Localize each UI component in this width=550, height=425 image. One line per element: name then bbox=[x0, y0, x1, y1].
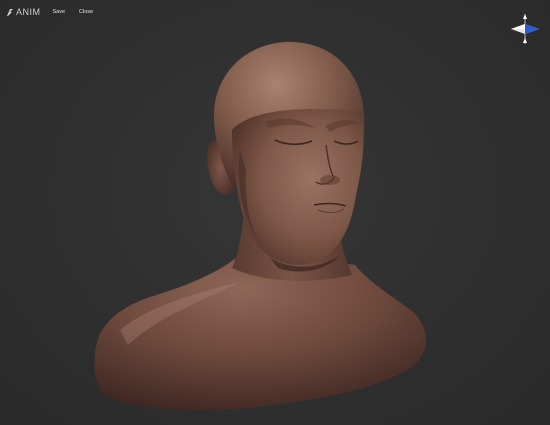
head-bust-model[interactable] bbox=[0, 0, 550, 425]
app-logo: ANIM bbox=[6, 7, 41, 17]
top-toolbar: ANIM Save Close bbox=[6, 5, 95, 19]
orientation-gizmo-icon[interactable] bbox=[507, 12, 543, 46]
save-button[interactable]: Save bbox=[51, 8, 68, 16]
close-button[interactable]: Close bbox=[77, 8, 95, 16]
anim-logo-icon bbox=[6, 8, 14, 17]
app-name: ANIM bbox=[16, 7, 41, 17]
3d-viewport[interactable]: ANIM Save Close bbox=[0, 0, 550, 425]
